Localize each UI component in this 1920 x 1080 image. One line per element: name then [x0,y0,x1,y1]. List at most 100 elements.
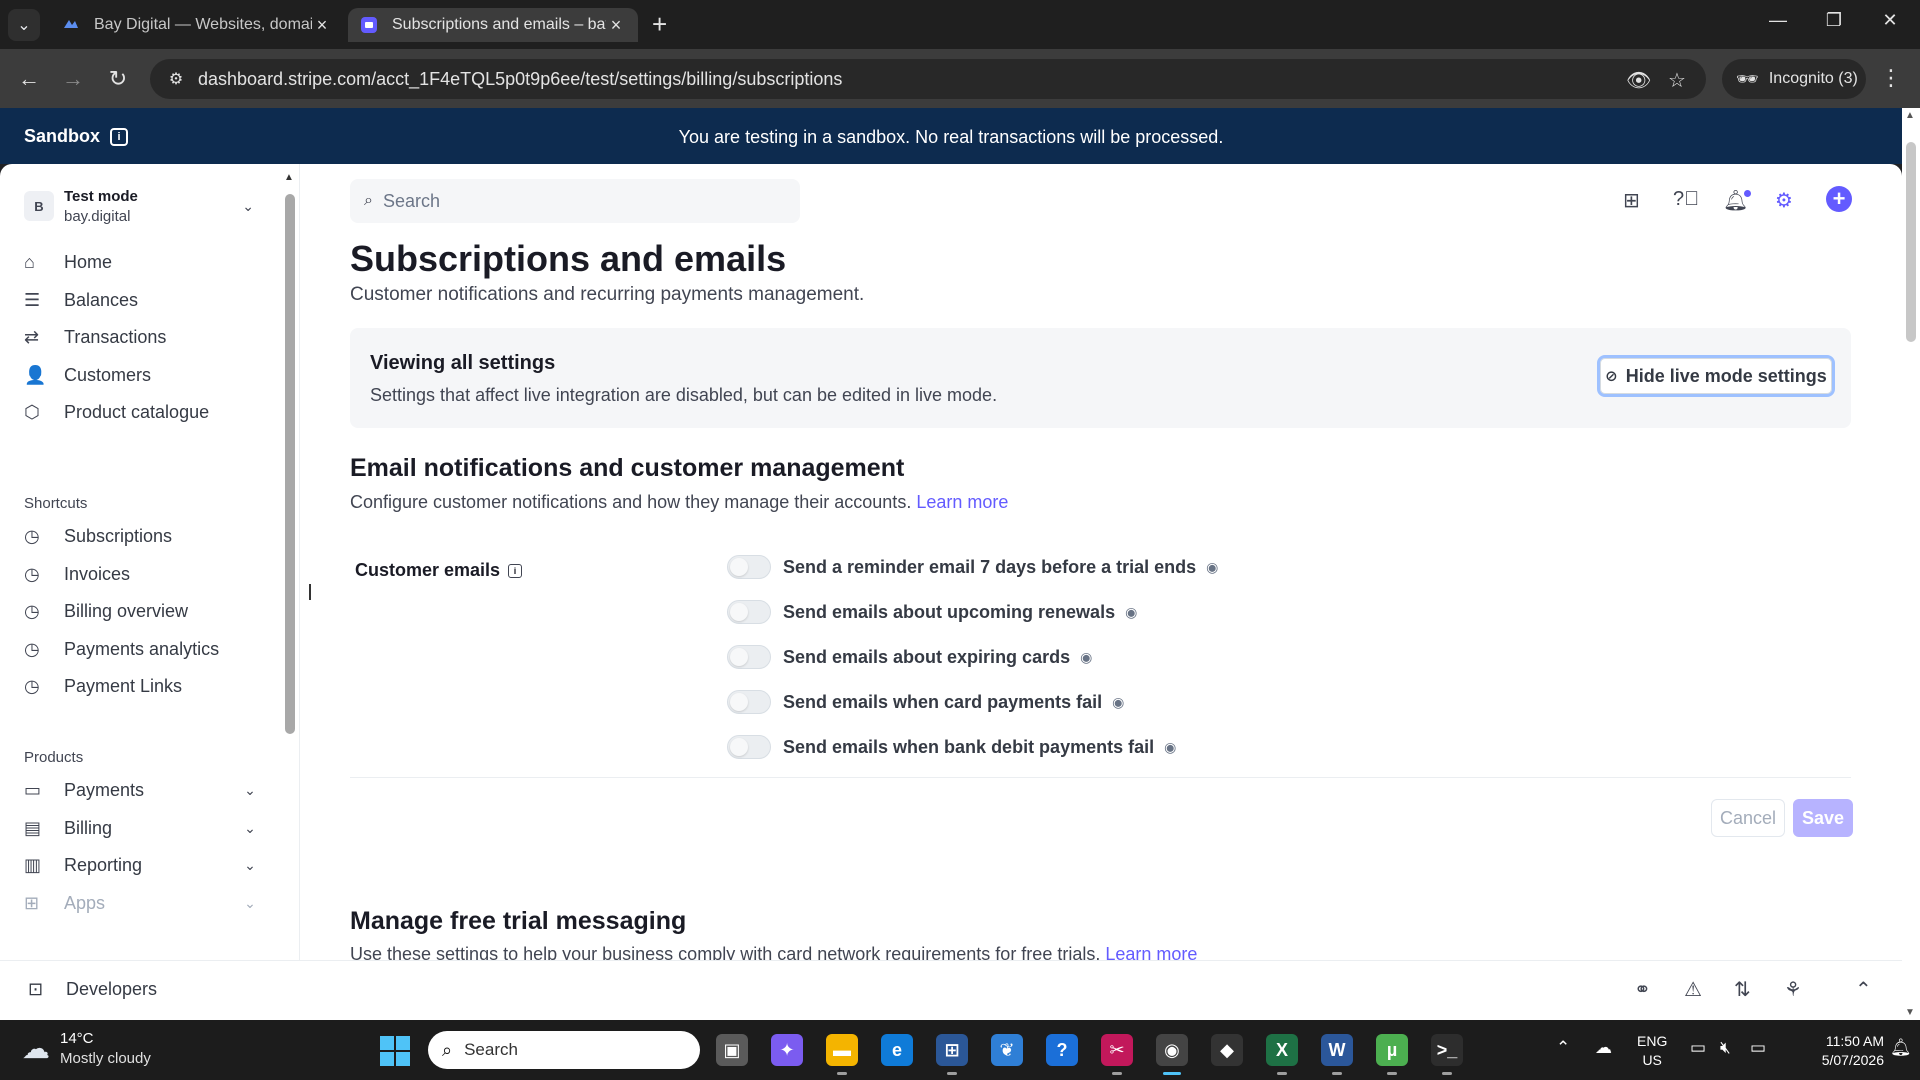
language-indicator[interactable]: ENG US [1637,1032,1667,1070]
info-icon[interactable]: i [508,563,523,578]
sort-arrows-icon[interactable]: ⇅ [1734,977,1751,1002]
help-app-icon[interactable]: ? [1046,1034,1078,1066]
expiring-cards-toggle[interactable] [727,645,771,669]
excel-icon[interactable]: X [1266,1034,1298,1066]
chevron-up-circle-icon[interactable]: ⌃ [1855,977,1872,1002]
sidebar-item-customers[interactable]: 👤 Customers [24,357,260,395]
file-explorer-icon[interactable]: ▬ [826,1034,858,1066]
browser-tab-subscriptions[interactable]: Subscriptions and emails – bay.digital × [348,8,638,42]
webhooks-icon[interactable]: ⚘ [1784,977,1802,1002]
sidebar-item-payments[interactable]: ▭ Payments ⌄ [24,772,260,810]
search-input[interactable]: ⌕ Search [350,179,800,223]
forward-arrow-icon[interactable]: → [58,66,88,92]
developers-button[interactable]: ⊡ Developers [28,979,157,1000]
new-tab-plus-icon[interactable]: + [652,10,667,38]
sidebar-scrollbar-thumb[interactable] [285,194,295,734]
app-running-indicator [1442,1072,1452,1075]
site-settings-icon[interactable]: ⚙ [156,69,196,89]
page-scrollbar-thumb[interactable] [1906,142,1916,342]
battery-icon[interactable]: ▭ [1750,1038,1766,1058]
eye-slash-icon: ⊘ [1605,368,1618,385]
sidebar-item-balances[interactable]: ☰ Balances [24,282,260,320]
edge-browser-icon[interactable]: e [881,1034,913,1066]
minimize-window-icon[interactable]: — [1758,10,1798,31]
hide-live-mode-settings-button[interactable]: ⊘ Hide live mode settings [1597,355,1835,397]
sidebar-item-label: Transactions [64,327,167,348]
notification-bell-icon[interactable]: 🔔︎ [1890,1038,1912,1058]
browser-tab-bay-digital[interactable]: Bay Digital — Websites, domain × [50,8,344,42]
close-tab-icon[interactable]: × [312,15,332,36]
scroll-up-icon[interactable]: ▲ [1905,110,1915,121]
task-view-icon[interactable]: ▣ [716,1034,748,1066]
back-arrow-icon[interactable]: ← [14,66,44,92]
bookmark-star-icon[interactable]: ☆ [1668,68,1686,93]
description-text: Configure customer notifications and how… [350,492,912,512]
help-icon[interactable]: ?⃝ [1673,188,1699,211]
system-clock[interactable]: 11:50 AM 5/07/2026 [1794,1032,1884,1070]
reload-icon[interactable]: ↻ [103,66,133,92]
clock-icon: ◷ [24,676,40,697]
create-plus-button[interactable]: + [1826,186,1852,212]
weather-widget[interactable]: ☁ 14°C Mostly cloudy [22,1030,151,1067]
eye-slash-icon[interactable]: 👁 [1626,68,1651,93]
binoculars-icon[interactable]: ⚭ [1634,977,1651,1002]
sidebar-item-billing-overview[interactable]: ◷ Billing overview [24,593,260,631]
copilot-icon[interactable]: ✦ [771,1034,803,1066]
browser-menu-icon[interactable]: ⋮ [1880,65,1902,91]
volume-muted-icon[interactable]: 🔇︎ [1720,1038,1731,1058]
label-text: Customer emails [355,560,501,580]
eye-icon: ◉ [1125,603,1138,620]
billing-icon: ▤ [24,817,42,838]
feather-app-icon[interactable]: ❦ [991,1034,1023,1066]
cancel-button[interactable]: Cancel [1711,799,1785,837]
close-window-icon[interactable]: ✕ [1870,10,1910,31]
url-text: dashboard.stripe.com/acct_1F4eTQL5p0t9p6… [198,68,843,89]
sidebar-item-invoices[interactable]: ◷ Invoices [24,556,260,594]
gear-icon[interactable]: ⚙ [1775,188,1793,213]
trial-reminder-toggle[interactable] [727,555,771,579]
card-payments-fail-toggle[interactable] [727,690,771,714]
learn-more-link[interactable]: Learn more [916,492,1008,512]
option-bank-debit-fail: Send emails when bank debit payments fai… [727,734,1176,760]
restore-window-icon[interactable]: ❐ [1814,10,1854,31]
scroll-down-icon[interactable]: ▼ [1905,1007,1915,1018]
sidebar-item-product-catalogue[interactable]: ⬡ Product catalogue [24,394,260,432]
chevron-up-icon[interactable]: ⌃ [1556,1038,1570,1058]
sidebar-item-billing[interactable]: ▤ Billing ⌄ [24,810,260,848]
url-bar[interactable]: ⚙ dashboard.stripe.com/acct_1F4eTQL5p0t9… [150,59,1706,99]
sidebar-item-home[interactable]: ⌂ Home [24,244,260,282]
monitor-icon[interactable]: ▭ [1690,1038,1706,1058]
warning-icon[interactable]: ⚠ [1684,977,1702,1002]
chrome-browser-icon[interactable]: ◉ [1156,1034,1188,1066]
sidebar-scrollbar[interactable]: ▲ [284,172,296,952]
taskbar-search-input[interactable]: ⌕ Search [428,1031,700,1069]
snipping-tool-icon[interactable]: ✂ [1101,1034,1133,1066]
sidebar-item-reporting[interactable]: ▥ Reporting ⌄ [24,847,260,885]
3d-box-app-icon[interactable]: ◆ [1211,1034,1243,1066]
sidebar-resize-handle[interactable] [309,584,311,600]
account-switcher[interactable]: B Test mode bay.digital ⌄ [24,184,254,228]
cloud-off-icon[interactable]: ☁ [1595,1038,1612,1058]
sidebar-item-transactions[interactable]: ⇄ Transactions [24,319,260,357]
option-upcoming-renewals: Send emails about upcoming renewals ◉ [727,599,1137,625]
page-scrollbar[interactable]: ▲ ▼ [1902,108,1920,1020]
bank-debit-fail-toggle[interactable] [727,735,771,759]
scroll-up-icon[interactable]: ▲ [284,172,294,183]
word-icon[interactable]: W [1321,1034,1353,1066]
sidebar-item-payment-links[interactable]: ◷ Payment Links [24,668,260,706]
utorrent-icon[interactable]: µ [1376,1034,1408,1066]
microsoft-store-icon[interactable]: ⊞ [936,1034,968,1066]
apps-grid-icon[interactable]: ⊞ [1623,188,1640,213]
sidebar-item-payments-analytics[interactable]: ◷ Payments analytics [24,631,260,669]
tab-search-button[interactable]: ⌄ [8,9,40,41]
terminal-app-icon[interactable]: >_ [1431,1034,1463,1066]
clock-icon: ◷ [24,563,40,584]
save-button[interactable]: Save [1793,799,1853,837]
upcoming-renewals-toggle[interactable] [727,600,771,624]
sidebar-item-subscriptions[interactable]: ◷ Subscriptions [24,518,260,556]
incognito-button[interactable]: 🕶 Incognito (3) [1722,59,1866,99]
sandbox-banner: Sandbox i You are testing in a sandbox. … [0,108,1920,164]
windows-start-icon[interactable] [380,1036,410,1066]
sidebar-item-apps[interactable]: ⊞ Apps ⌄ [24,885,260,923]
close-tab-icon[interactable]: × [606,15,626,36]
